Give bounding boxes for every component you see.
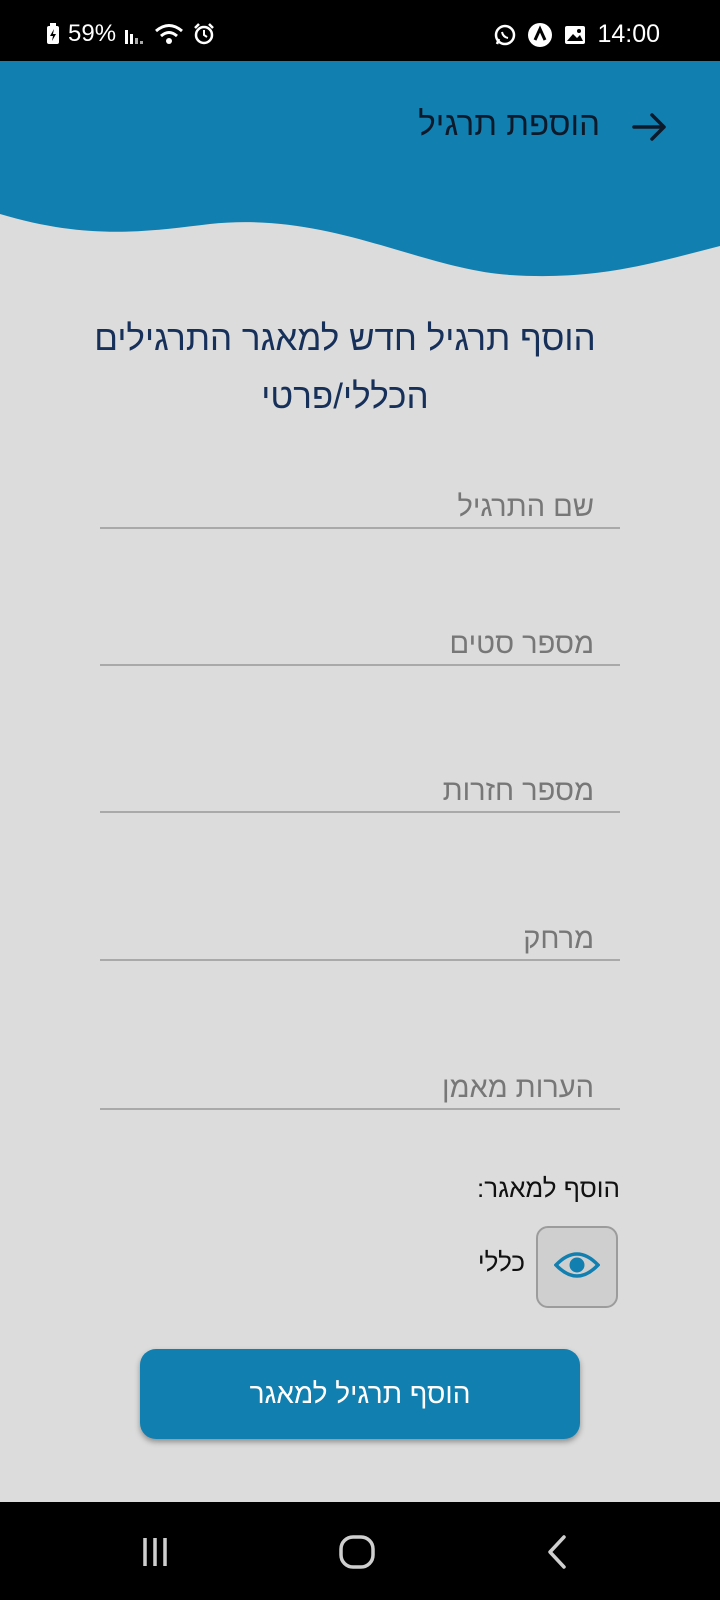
whatsapp-icon [493, 23, 517, 47]
home-icon[interactable] [337, 1532, 377, 1572]
page-title: הוספת תרגיל [418, 105, 600, 142]
exercise-name-input[interactable] [100, 487, 620, 527]
notification-a-icon [527, 22, 553, 48]
reps-count-input[interactable] [100, 771, 620, 811]
back-arrow-icon[interactable] [630, 107, 670, 147]
wifi-icon [154, 23, 184, 45]
visibility-toggle-button[interactable] [536, 1226, 618, 1308]
sets-count-input[interactable] [100, 624, 620, 664]
form-heading: הוסף תרגיל חדש למאגר התרגילים הכללי/פרטי [94, 319, 596, 416]
alarm-icon [192, 22, 216, 46]
status-bar-left: 59% [46, 20, 216, 48]
trainer-notes-field [100, 1068, 620, 1110]
recents-icon[interactable] [135, 1532, 175, 1572]
trainer-notes-input[interactable] [100, 1068, 620, 1108]
status-time: 14:00 [597, 20, 660, 48]
eye-icon [553, 1249, 601, 1286]
sets-count-field [100, 624, 620, 666]
battery-charging-icon [46, 23, 60, 45]
status-bar: 59% 14:00 [0, 0, 720, 61]
reps-count-field [100, 771, 620, 813]
system-nav-bar [0, 1502, 720, 1600]
add-to-pool-label: הוסף למאגר: [477, 1173, 620, 1203]
general-pool-label: כללי [477, 1247, 525, 1277]
status-bar-right: 14:00 [493, 20, 660, 49]
signal-icon [124, 24, 146, 44]
header-wave-background [0, 61, 720, 277]
distance-input[interactable] [100, 919, 620, 959]
add-exercise-button[interactable]: הוסף תרגיל למאגר [140, 1349, 580, 1439]
exercise-name-field [100, 487, 620, 529]
app-header: הוספת תרגיל [0, 61, 720, 291]
gallery-icon [563, 23, 587, 47]
nav-back-icon[interactable] [538, 1532, 578, 1572]
distance-field [100, 919, 620, 961]
battery-percentage: 59% [68, 20, 117, 47]
